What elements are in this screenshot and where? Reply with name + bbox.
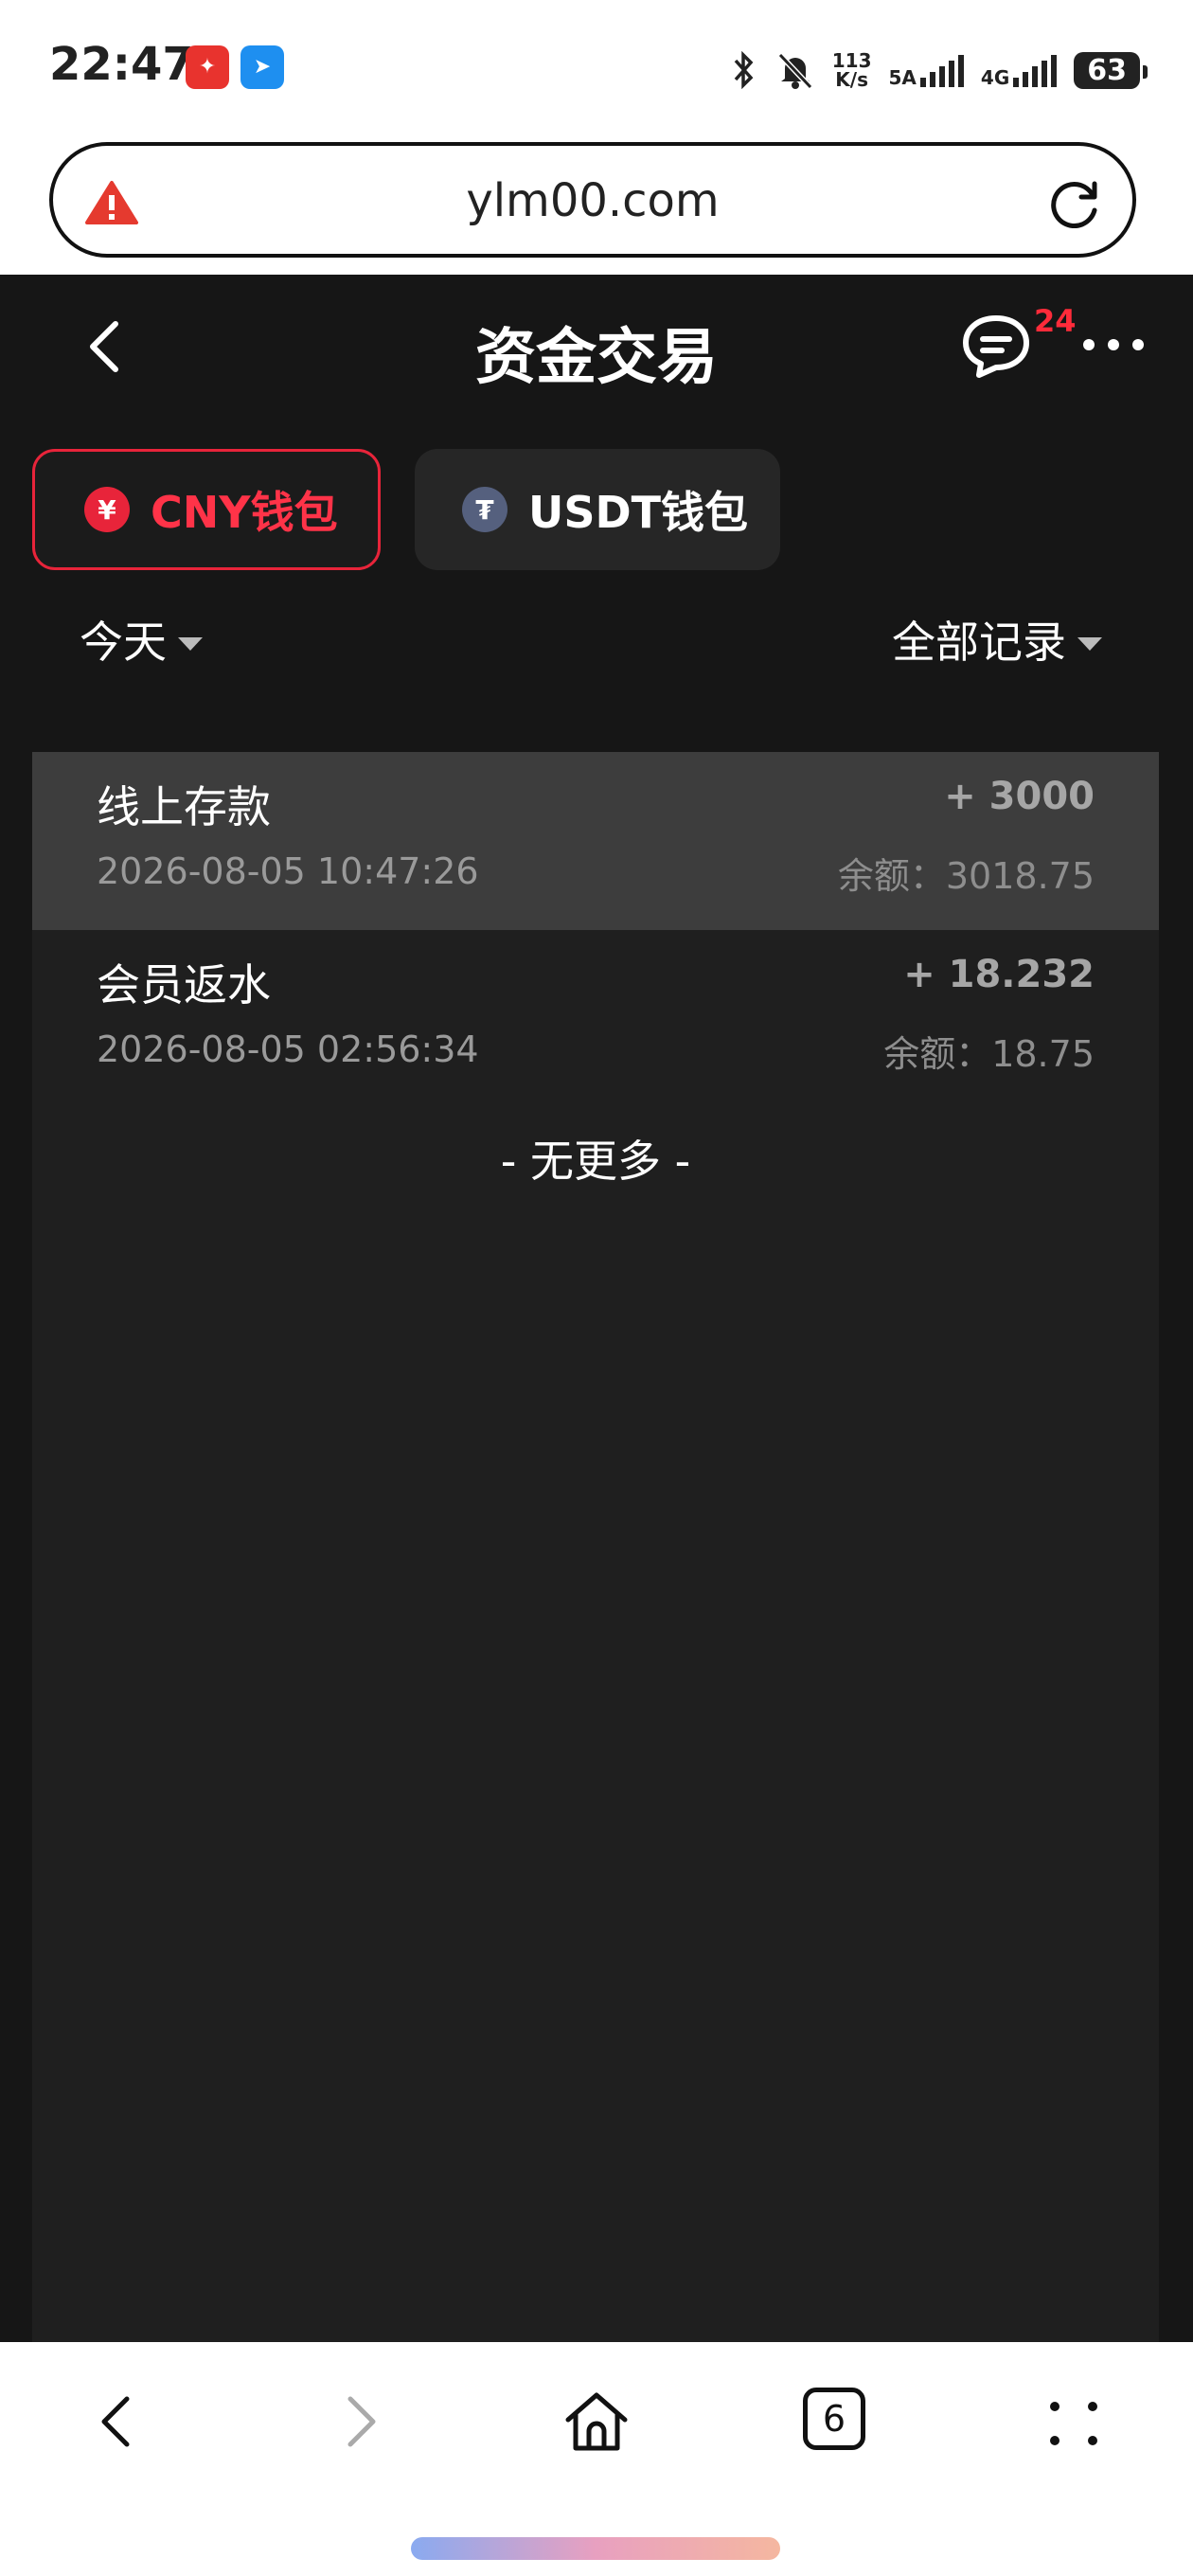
home-indicator[interactable] — [411, 2537, 780, 2560]
yuan-coin-icon: ¥ — [84, 487, 130, 532]
tab-label: USDT钱包 — [528, 487, 749, 538]
status-bar: 22:47 ✦ ➤ 113 K/s 5A 4G 63 — [0, 0, 1193, 133]
transaction-balance: 余额：18.75 — [883, 1033, 1095, 1075]
message-icon[interactable] — [960, 313, 1032, 379]
list-end-text: - 无更多 - — [500, 1136, 691, 1187]
signal-bars-icon — [1013, 53, 1058, 87]
caret-down-icon — [178, 637, 203, 651]
transaction-amount: + 18.232 — [903, 953, 1095, 996]
bird-app-icon: ➤ — [240, 45, 284, 89]
app-content: 资金交易 24 ¥ CNY钱包 ₮ USDT钱包 今天 全部记录 线上存款 20… — [0, 275, 1193, 2342]
signal-5a: 5A — [889, 53, 964, 87]
menu-grid-icon[interactable] — [1040, 2388, 1108, 2456]
tab-cny-wallet[interactable]: ¥ CNY钱包 — [32, 449, 381, 570]
status-indicators: 113 K/s 5A 4G 63 — [730, 44, 1148, 97]
transaction-time: 2026-08-05 02:56:34 — [97, 1029, 479, 1070]
network-5a-label: 5A — [888, 66, 917, 89]
address-bar[interactable]: ylm00.com — [49, 142, 1136, 258]
message-badge: 24 — [1034, 303, 1077, 339]
tether-coin-icon: ₮ — [462, 487, 507, 532]
status-time: 22:47 — [49, 38, 194, 91]
signal-bars-icon — [919, 53, 964, 87]
net-speed: 113 K/s — [832, 51, 872, 89]
caret-down-icon — [1077, 637, 1102, 651]
transaction-balance: 余额：3018.75 — [837, 855, 1095, 897]
browser-back-icon[interactable] — [83, 2388, 151, 2456]
home-icon[interactable] — [562, 2388, 631, 2456]
signal-4g: 4G — [980, 53, 1058, 89]
transaction-title: 会员返水 — [97, 959, 271, 1011]
net-speed-value: 113 — [831, 49, 872, 72]
transaction-row[interactable]: 线上存款 2026-08-05 10:47:26 + 3000 余额：3018.… — [32, 752, 1159, 930]
transaction-time: 2026-08-05 10:47:26 — [97, 850, 479, 892]
network-4g-label: 4G — [980, 66, 1010, 89]
transaction-row[interactable]: 会员返水 2026-08-05 02:56:34 + 18.232 余额：18.… — [32, 930, 1159, 1108]
record-type-dropdown[interactable]: 全部记录 — [892, 608, 1102, 671]
reload-icon[interactable] — [1047, 174, 1104, 231]
transaction-list[interactable]: 线上存款 2026-08-05 10:47:26 + 3000 余额：3018.… — [32, 752, 1159, 2342]
mute-bell-icon — [777, 52, 812, 90]
bluetooth-icon — [734, 51, 754, 89]
url-text[interactable]: ylm00.com — [53, 174, 1132, 227]
tabs-count-button[interactable]: 6 — [803, 2388, 865, 2450]
tab-label: CNY钱包 — [151, 487, 338, 538]
transaction-amount: + 3000 — [944, 775, 1095, 818]
page-header: 资金交易 24 — [0, 275, 1193, 417]
browser-toolbar: 6 — [0, 2342, 1193, 2576]
date-filter-label: 今天 — [80, 617, 167, 668]
record-type-label: 全部记录 — [892, 617, 1066, 668]
browser-forward-icon[interactable] — [326, 2388, 394, 2456]
net-speed-unit: K/s — [835, 68, 868, 91]
battery-indicator: 63 — [1074, 51, 1148, 89]
tab-usdt-wallet[interactable]: ₮ USDT钱包 — [415, 449, 780, 570]
date-filter-dropdown[interactable]: 今天 — [80, 608, 203, 671]
news-app-icon: ✦ — [186, 45, 229, 89]
transaction-title: 线上存款 — [97, 781, 271, 832]
more-options-icon[interactable] — [1079, 333, 1148, 356]
